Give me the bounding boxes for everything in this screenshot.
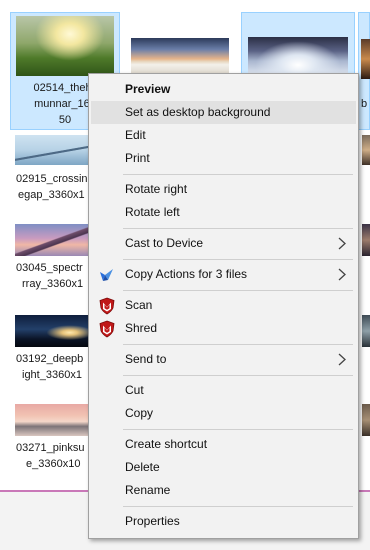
menu-item-label: Print [125, 151, 150, 165]
menu-item-label: Preview [125, 82, 171, 96]
file-tile-pinksunset[interactable]: 03271_pinksu e_3360x10 [10, 402, 88, 482]
thumbnail-image [15, 404, 88, 436]
menu-item-rotate-left[interactable]: Rotate left [91, 201, 356, 224]
menu-item-cast-to-device[interactable]: Cast to Device [91, 232, 356, 255]
menu-item-label: Edit [125, 128, 146, 142]
thumbnail-image [131, 38, 229, 76]
file-tile-crossing[interactable]: 02915_crossin egap_3360x1 [10, 133, 88, 213]
thumbnail-image [15, 224, 88, 256]
menu-item-copy[interactable]: Copy [91, 402, 356, 425]
menu-item-rotate-right[interactable]: Rotate right [91, 178, 356, 201]
menu-item-delete[interactable]: Delete [91, 456, 356, 479]
menu-separator [123, 290, 353, 291]
menu-separator [123, 506, 353, 507]
thumbnail-image [248, 37, 348, 77]
file-name-line: 02915_crossin [16, 173, 88, 185]
mcafee-shield-icon [99, 320, 115, 338]
menu-item-shred[interactable]: Shred [91, 317, 356, 340]
file-tile-spectrum[interactable]: 03045_spectr rray_3360x1 [10, 222, 88, 302]
menu-item-label: Shred [125, 321, 158, 335]
thumbnail-image [362, 135, 370, 165]
file-tile-edge-3[interactable] [358, 222, 370, 302]
file-name-line: rray_3360x1 [22, 278, 84, 290]
menu-item-label: Properties [125, 514, 180, 528]
file-name-line: ight_3360x1 [22, 369, 82, 381]
thumbnail-image [362, 224, 370, 256]
context-menu: Preview Set as desktop background Edit P… [88, 73, 359, 539]
file-name-line: 03192_deepb [16, 353, 84, 365]
menu-separator [123, 174, 353, 175]
menu-item-label: Cut [125, 383, 144, 397]
copy-actions-icon [100, 269, 113, 281]
file-tile-edge-5[interactable] [358, 402, 370, 482]
file-name-line: b [361, 98, 368, 110]
menu-separator [123, 259, 353, 260]
menu-item-rename[interactable]: Rename [91, 479, 356, 502]
menu-item-label: Send to [125, 352, 167, 366]
menu-item-copy-actions[interactable]: Copy Actions for 3 files [91, 263, 356, 286]
menu-item-scan[interactable]: Scan [91, 294, 356, 317]
menu-item-label: Cast to Device [125, 236, 204, 250]
file-tile-edge-2[interactable] [358, 133, 370, 213]
menu-item-label: Copy Actions for 3 files [125, 267, 248, 281]
file-tile-edge-4[interactable] [358, 313, 370, 393]
file-name-line: egap_3360x1 [18, 189, 85, 201]
menu-item-label: Set as desktop background [125, 105, 271, 119]
file-tile-edge-1[interactable]: b [358, 12, 370, 130]
menu-item-label: Delete [125, 460, 160, 474]
chevron-right-icon [338, 237, 346, 250]
menu-separator [123, 429, 353, 430]
menu-separator [123, 344, 353, 345]
thumbnail-image [362, 404, 370, 436]
menu-item-create-shortcut[interactable]: Create shortcut [91, 433, 356, 456]
menu-item-label: Rotate right [125, 182, 188, 196]
thumbnail-image [362, 315, 370, 347]
file-name-line: 03045_spectr [16, 262, 83, 274]
thumbnail-image [361, 39, 370, 79]
file-name-line: e_3360x10 [26, 458, 81, 470]
menu-item-label: Copy [125, 406, 154, 420]
thumbnail-image [15, 315, 88, 347]
menu-item-label: Rotate left [125, 205, 180, 219]
menu-item-send-to[interactable]: Send to [91, 348, 356, 371]
menu-item-print[interactable]: Print [91, 147, 356, 170]
menu-item-preview[interactable]: Preview [91, 78, 356, 101]
menu-item-properties[interactable]: Properties [91, 510, 356, 533]
menu-separator [123, 375, 353, 376]
thumbnail-image [15, 135, 88, 165]
chevron-right-icon [338, 268, 346, 281]
menu-item-set-desktop-background[interactable]: Set as desktop background [91, 101, 356, 124]
chevron-right-icon [338, 353, 346, 366]
menu-item-label: Create shortcut [125, 437, 208, 451]
menu-item-label: Rename [125, 483, 171, 497]
menu-item-edit[interactable]: Edit [91, 124, 356, 147]
mcafee-shield-icon [99, 297, 115, 315]
file-name-line: 03271_pinksu [16, 442, 85, 454]
menu-item-cut[interactable]: Cut [91, 379, 356, 402]
menu-separator [123, 228, 353, 229]
file-tile-deepblue[interactable]: 03192_deepb ight_3360x1 [10, 313, 88, 393]
thumbnail-image [16, 16, 114, 76]
menu-item-label: Scan [125, 298, 153, 312]
